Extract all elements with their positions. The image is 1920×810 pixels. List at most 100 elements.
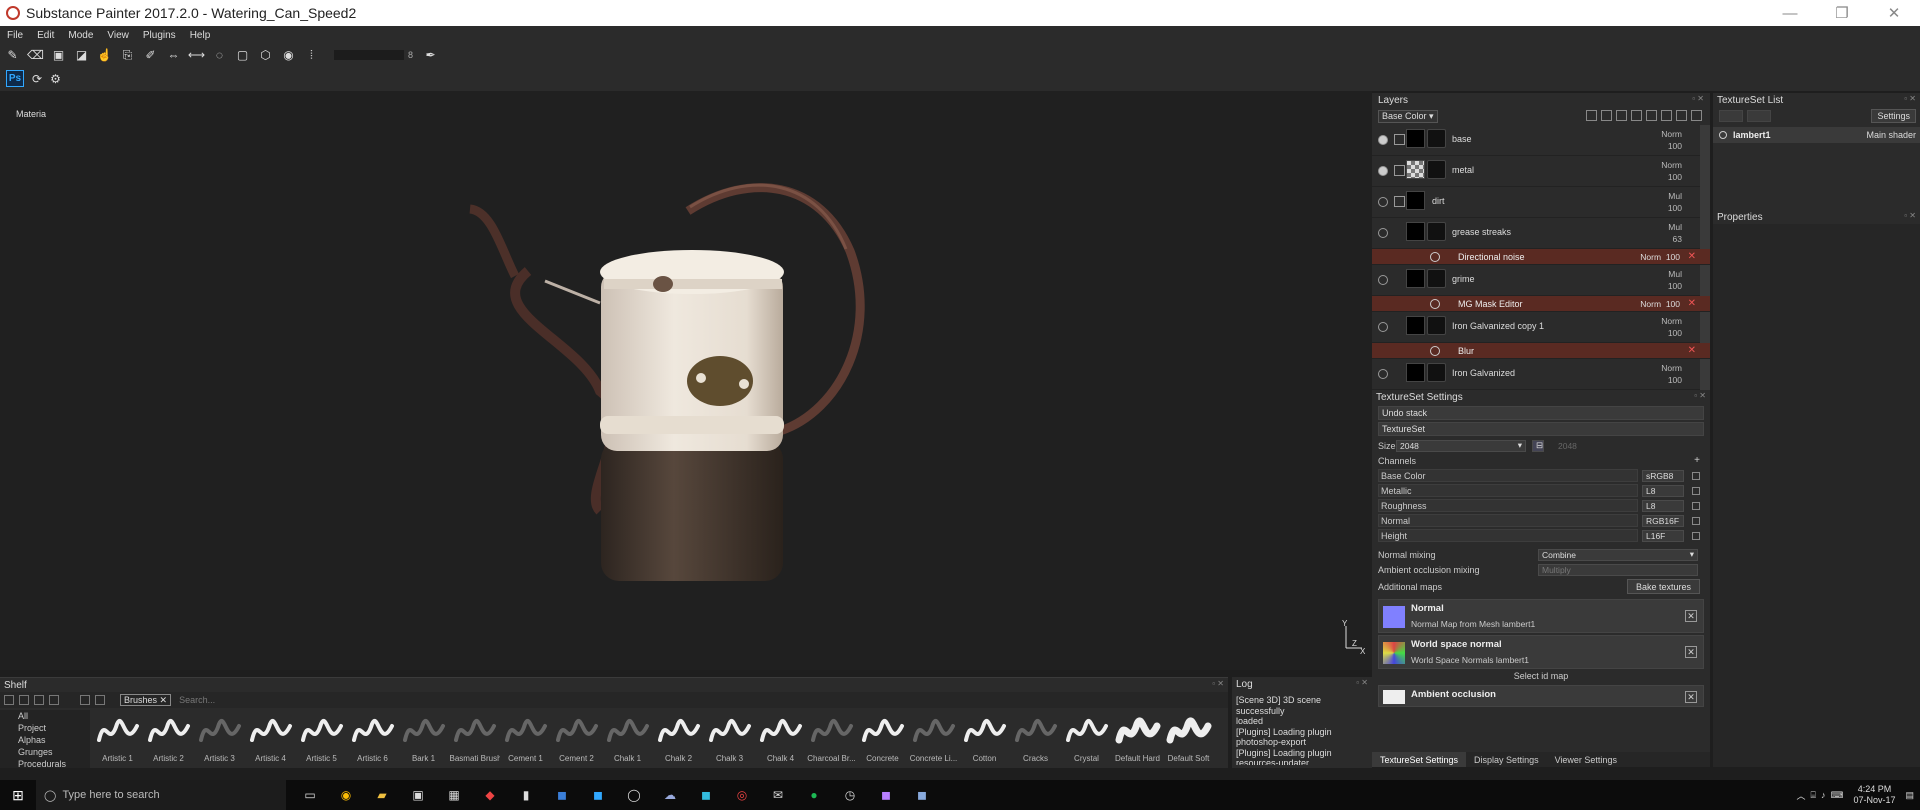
remove-channel-icon[interactable] <box>1692 531 1700 540</box>
ao-mixing-select[interactable]: Multiply <box>1538 563 1698 576</box>
menu-view[interactable]: View <box>100 30 136 41</box>
textureset-visibility-icon[interactable] <box>1719 131 1727 139</box>
brush-thumbnail[interactable]: Artistic 2 <box>143 710 194 768</box>
close-button[interactable]: ✕ <box>1868 0 1920 26</box>
brush-thumbnail[interactable]: Chalk 2 <box>653 710 704 768</box>
layer-row[interactable]: grime Mul 100 <box>1372 265 1710 296</box>
visibility-icon[interactable] <box>1378 275 1388 285</box>
import-icon[interactable] <box>19 695 29 705</box>
filter-row[interactable]: Blur ✕ <box>1372 343 1710 359</box>
calculator-icon[interactable]: ▦ <box>436 780 472 810</box>
clock-app-icon[interactable]: ◷ <box>832 780 868 810</box>
brush-thumbnail[interactable]: Cement 1 <box>500 710 551 768</box>
task-view-icon[interactable]: ▭ <box>292 780 328 810</box>
menu-help[interactable]: Help <box>183 30 218 41</box>
world-space-normal-slot[interactable]: World space normal World Space Normals l… <box>1378 635 1704 669</box>
substance-designer-icon[interactable]: ◼ <box>904 780 940 810</box>
layer-row[interactable]: Iron Galvanized Norm 100 <box>1372 359 1710 390</box>
category-all[interactable]: All <box>18 710 90 722</box>
brush-thumbnail[interactable]: Artistic 5 <box>296 710 347 768</box>
visibility-icon[interactable] <box>1378 135 1388 145</box>
brush-thumbnail[interactable]: Chalk 4 <box>755 710 806 768</box>
category-grunges[interactable]: Grunges <box>18 746 90 758</box>
clear-map-icon[interactable]: ✕ <box>1685 646 1697 658</box>
refresh-icon[interactable] <box>95 695 105 705</box>
undo-stack-button[interactable]: Undo stack <box>1378 406 1704 420</box>
brush-thumbnail[interactable]: Bark 1 <box>398 710 449 768</box>
layers-scrollbar[interactable] <box>1700 265 1710 296</box>
ambient-occlusion-slot[interactable]: Ambient occlusion ✕ <box>1378 685 1704 707</box>
remove-filter-icon[interactable]: ✕ <box>1688 298 1696 309</box>
camera-icon[interactable]: ▢ <box>234 48 251 63</box>
mail-icon[interactable]: ✉ <box>760 780 796 810</box>
chrome-icon[interactable]: ◉ <box>328 780 364 810</box>
visibility-icon[interactable] <box>1378 369 1388 379</box>
substance-painter-icon[interactable]: ◎ <box>724 780 760 810</box>
notifications-icon[interactable]: ▤ <box>1905 790 1914 801</box>
brush-thumbnail[interactable]: Cotton <box>959 710 1010 768</box>
toolbar-button[interactable] <box>1747 110 1771 122</box>
restore-button[interactable]: ❐ <box>1816 0 1868 26</box>
plugin-settings-icon[interactable]: ⚙ <box>50 70 61 87</box>
layers-scrollbar[interactable] <box>1700 312 1710 343</box>
category-project[interactable]: Project <box>18 722 90 734</box>
projection-icon[interactable]: ▣ <box>50 48 67 63</box>
new-folder-icon[interactable] <box>4 695 14 705</box>
filter-visibility-icon[interactable] <box>1430 346 1440 356</box>
filter-visibility-icon[interactable] <box>1430 252 1440 262</box>
layer-row[interactable]: dirt Mul 100 <box>1372 187 1710 218</box>
brush-thumbnail[interactable]: Basmati Brush <box>449 710 500 768</box>
brush-thumbnail[interactable]: Cement 2 <box>551 710 602 768</box>
toolbar-button[interactable] <box>1719 110 1743 122</box>
panel-close-icon[interactable]: ▫ ✕ <box>1212 679 1224 688</box>
layers-scrollbar[interactable] <box>1700 187 1710 218</box>
clear-map-icon[interactable]: ✕ <box>1685 610 1697 622</box>
brush-thumbnail[interactable]: Default Soft <box>1163 710 1214 768</box>
filter-row[interactable]: Directional noise Norm 100 ✕ <box>1372 249 1710 265</box>
panel-close-icon[interactable]: ▫ ✕ <box>1692 94 1704 103</box>
bake-textures-button[interactable]: Bake textures <box>1626 579 1700 594</box>
unreal-icon[interactable]: ◯ <box>616 780 652 810</box>
eraser-icon[interactable]: ⌫ <box>27 48 44 63</box>
remove-channel-icon[interactable] <box>1692 516 1700 525</box>
material-picker-icon[interactable]: ✐ <box>142 48 159 63</box>
layers-scrollbar[interactable] <box>1700 156 1710 187</box>
tray-chevron-icon[interactable]: ︿ <box>1796 789 1805 802</box>
textureset-item[interactable]: lambert1 Main shader <box>1713 127 1920 143</box>
channel-format-select[interactable]: sRGB8 <box>1642 469 1684 482</box>
maya-icon[interactable]: ◼ <box>688 780 724 810</box>
panel-close-icon[interactable]: ▫ ✕ <box>1694 391 1706 400</box>
filter-icon[interactable] <box>80 695 90 705</box>
brush-thumbnail[interactable]: Chalk 3 <box>704 710 755 768</box>
bridge-icon[interactable]: ◼ <box>544 780 580 810</box>
channel-format-select[interactable]: L8 <box>1642 499 1684 512</box>
tab-display-settings[interactable]: Display Settings <box>1466 752 1547 767</box>
remove-filter-icon[interactable]: ✕ <box>1688 345 1696 356</box>
category-alphas[interactable]: Alphas <box>18 734 90 746</box>
store-icon[interactable]: ▣ <box>400 780 436 810</box>
channel-format-select[interactable]: RGB16F <box>1642 514 1684 527</box>
textureset-settings-button[interactable]: Settings <box>1871 109 1916 123</box>
add-fill-layer-icon[interactable] <box>1631 110 1642 121</box>
brush-thumbnail[interactable]: Artistic 4 <box>245 710 296 768</box>
brush-spacing-icon[interactable]: ⦙ <box>303 48 320 63</box>
add-filter-icon[interactable] <box>1616 110 1627 121</box>
vivaldi-icon[interactable]: ◆ <box>472 780 508 810</box>
resource-updater-icon[interactable]: ⟳ <box>32 70 42 87</box>
remove-channel-icon[interactable] <box>1692 486 1700 495</box>
layers-scrollbar[interactable] <box>1700 125 1710 156</box>
filter-visibility-icon[interactable] <box>1430 299 1440 309</box>
menu-file[interactable]: File <box>0 30 30 41</box>
select-id-map-button[interactable]: Select id map <box>1372 671 1710 683</box>
watering-can-model[interactable] <box>0 91 1372 670</box>
shelf-search-input[interactable]: Search... <box>179 695 215 705</box>
add-folder-icon[interactable] <box>1661 110 1672 121</box>
textureset-section[interactable]: TextureSet <box>1378 422 1704 436</box>
add-layer-icon[interactable] <box>1646 110 1657 121</box>
remove-channel-icon[interactable] <box>1692 501 1700 510</box>
add-mask-icon[interactable] <box>1601 110 1612 121</box>
layers-scrollbar[interactable] <box>1700 359 1710 390</box>
grid-view-icon[interactable] <box>34 695 44 705</box>
menu-mode[interactable]: Mode <box>61 30 100 41</box>
3d-viewport[interactable]: Materia Y Z X <box>0 91 1372 670</box>
